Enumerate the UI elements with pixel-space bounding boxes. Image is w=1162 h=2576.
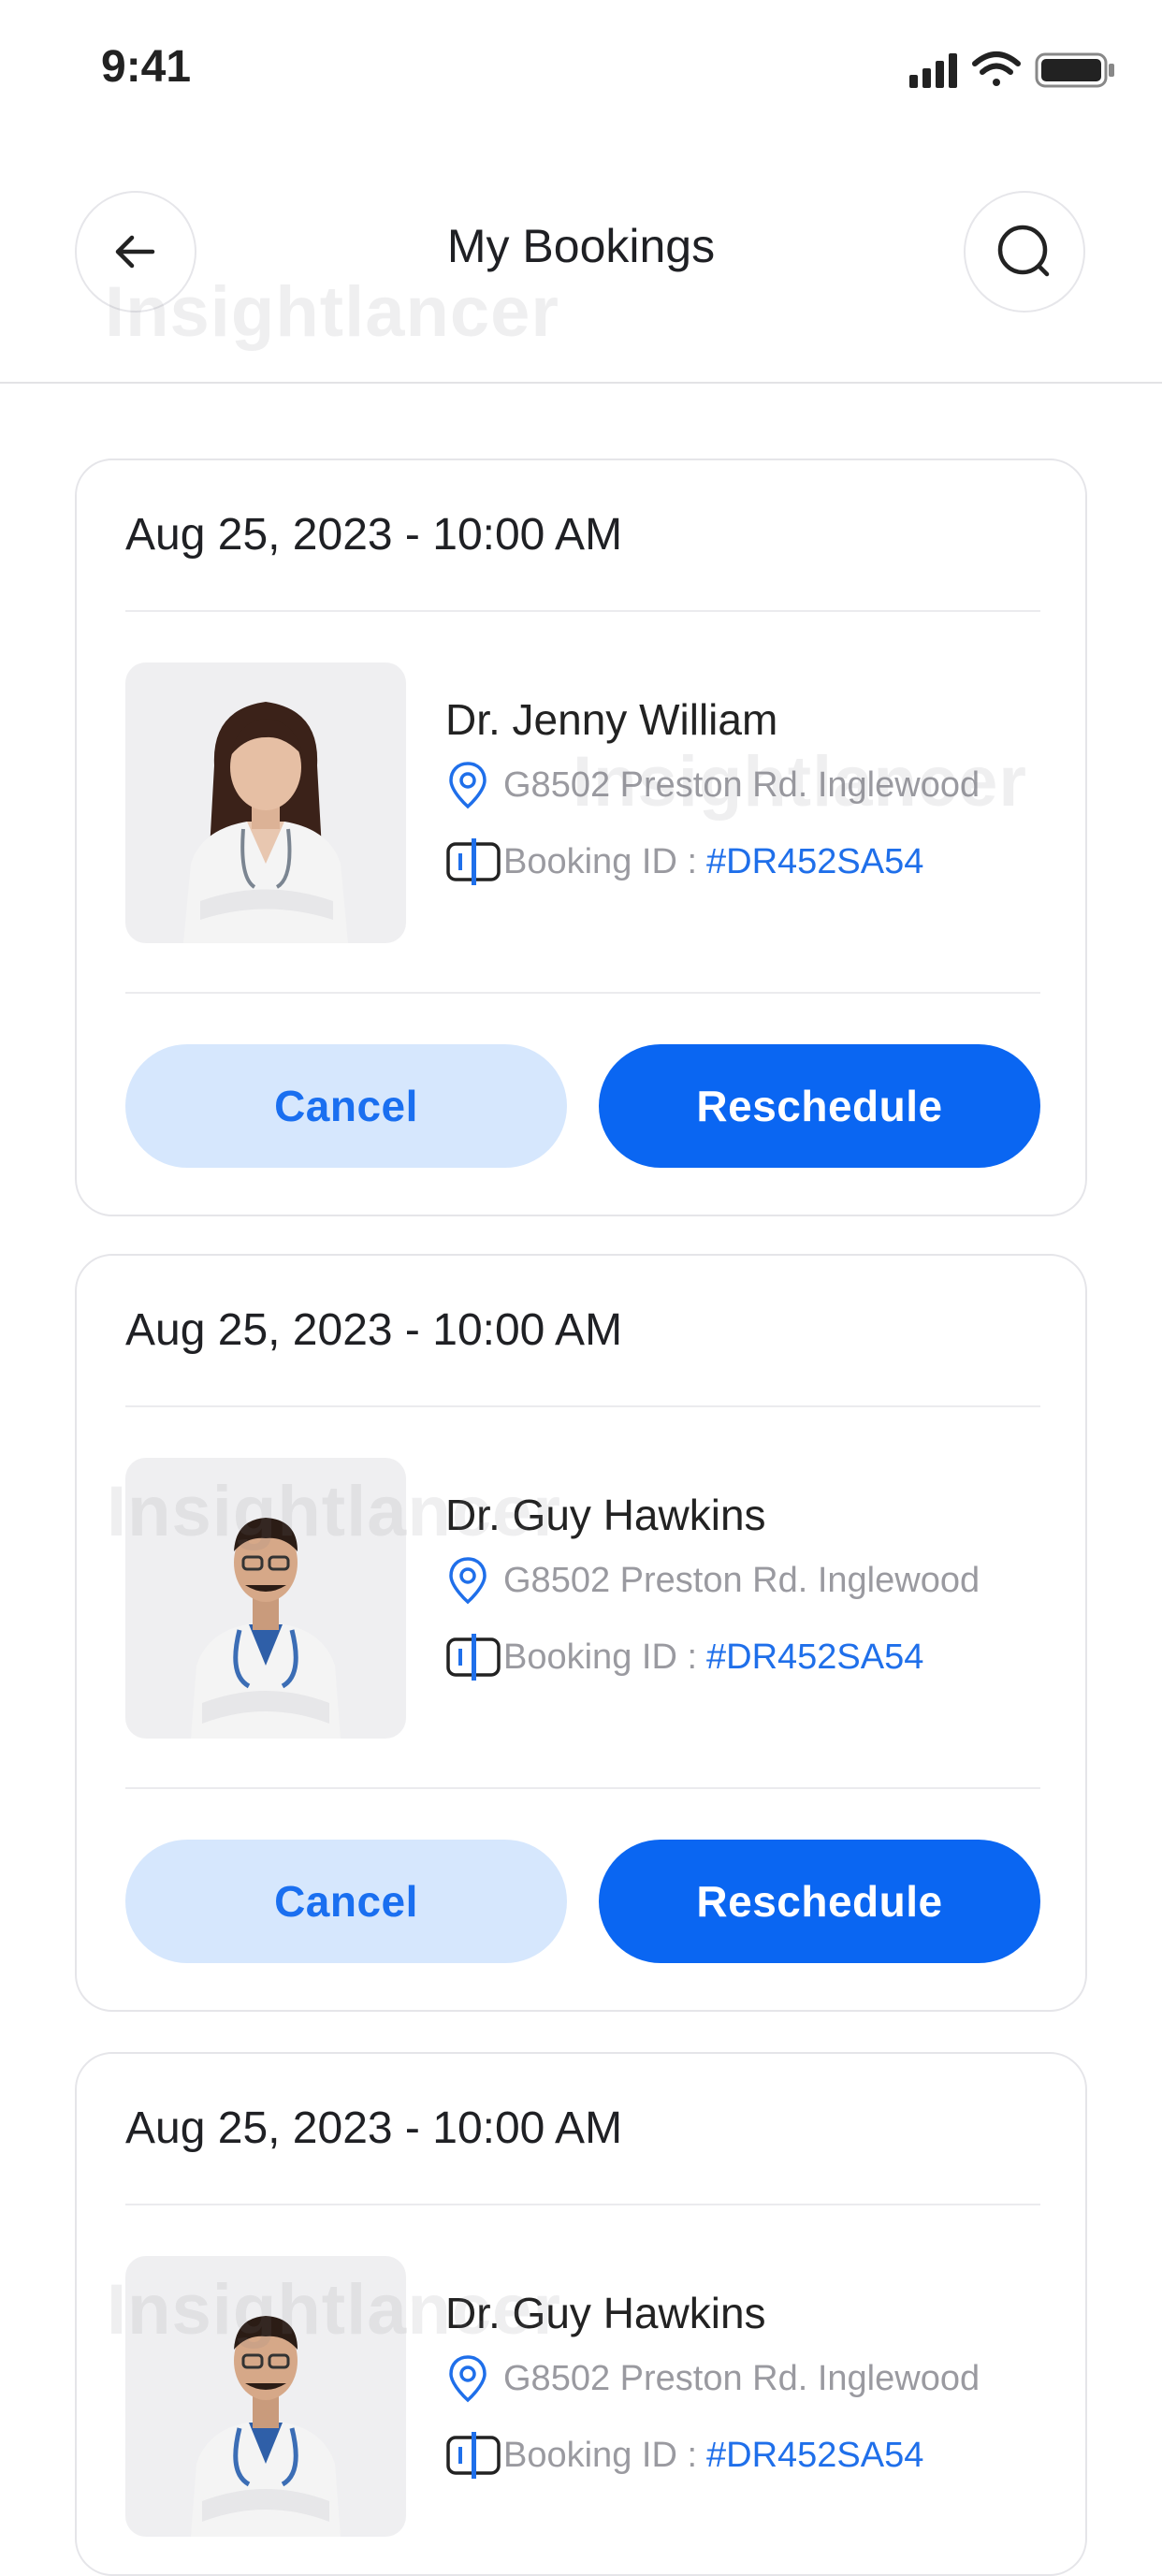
doctor-avatar [183,702,348,943]
id-card-icon [445,837,503,887]
booking-id-label: Booking ID : [503,841,697,881]
booking-id-value: #DR452SA54 [706,841,924,881]
booking-date: Aug 25, 2023 - 10:00 AM [125,2103,623,2153]
divider [125,992,1040,994]
battery-icon [1035,52,1114,88]
booking-id-value: #DR452SA54 [706,1637,924,1677]
booking-card: Aug 25, 2023 - 10:00 AM Dr. Guy Hawkins … [75,2052,1087,2576]
doctor-address: G8502 Preston Rd. Inglewood [503,1560,980,1600]
search-icon [997,225,1050,277]
divider [125,610,1040,612]
doctor-address: G8502 Preston Rd. Inglewood [503,764,980,805]
divider [125,2204,1040,2205]
booking-id-value: #DR452SA54 [706,2435,924,2475]
booking-id-row: Booking ID : #DR452SA54 [445,1632,923,1682]
booking-id-row: Booking ID : #DR452SA54 [445,837,923,887]
cancel-button[interactable]: Cancel [125,1044,567,1168]
doctor-photo [125,2256,406,2537]
booking-card: Aug 25, 2023 - 10:00 AM Dr. Guy Hawkins … [75,1254,1087,2012]
booking-date: Aug 25, 2023 - 10:00 AM [125,510,623,560]
search-button[interactable] [964,191,1085,313]
status-time: 9:41 [101,42,192,92]
booking-date: Aug 25, 2023 - 10:00 AM [125,1305,623,1355]
doctor-name: Dr. Guy Hawkins [445,2289,766,2337]
address-row: G8502 Preston Rd. Inglewood [445,1555,980,1606]
id-card-icon [445,1632,503,1682]
address-row: G8502 Preston Rd. Inglewood [445,760,980,810]
booking-id-label: Booking ID : [503,1637,697,1677]
doctor-photo [125,662,406,943]
booking-card: Aug 25, 2023 - 10:00 AM Dr. Jenny Willia… [75,458,1087,1216]
booking-id-label: Booking ID : [503,2435,697,2475]
wifi-icon [972,51,1021,86]
reschedule-button[interactable]: Reschedule [599,1840,1040,1963]
doctor-name: Dr. Guy Hawkins [445,1491,766,1539]
doctor-address: G8502 Preston Rd. Inglewood [503,2358,980,2398]
status-bar: 9:41 [0,0,1162,140]
reschedule-button[interactable]: Reschedule [599,1044,1040,1168]
location-pin-icon [445,1555,503,1606]
cancel-button[interactable]: Cancel [125,1840,567,1963]
divider [125,1787,1040,1789]
signal-icon [909,53,957,88]
booking-id-row: Booking ID : #DR452SA54 [445,2430,923,2481]
top-nav: My Bookings Insightlancer [0,140,1162,384]
doctor-photo [125,1458,406,1739]
status-icons [909,51,1114,88]
address-row: G8502 Preston Rd. Inglewood [445,2353,980,2404]
divider [125,1405,1040,1407]
location-pin-icon [445,2353,503,2404]
doctor-avatar [191,1518,341,1739]
id-card-icon [445,2430,503,2481]
doctor-avatar [191,2316,341,2537]
doctor-name: Dr. Jenny William [445,695,778,744]
location-pin-icon [445,760,503,810]
